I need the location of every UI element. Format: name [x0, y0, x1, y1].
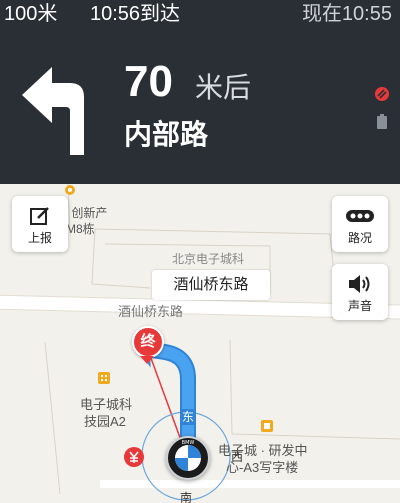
next-road-name: 内部路: [124, 119, 209, 150]
current-time: 现在10:55: [301, 3, 392, 25]
turn-distance-unit: 米后: [195, 72, 252, 103]
compass-south-label: 南: [180, 491, 193, 503]
building-icon: [98, 372, 110, 384]
compass-west-label: 西: [231, 450, 244, 464]
poi-creative-label: · 创新产: [64, 206, 108, 220]
traffic-icon: [346, 210, 374, 222]
battery-icon: [377, 114, 387, 129]
street-faded-label: 酒仙桥东路: [118, 304, 184, 319]
car-position-marker: BMW: [166, 436, 210, 480]
speaker-icon: [349, 275, 370, 293]
arrival-time: 10:56到达: [90, 3, 181, 25]
turn-left-arrow-icon: [22, 67, 84, 155]
destination-marker[interactable]: 终: [132, 326, 164, 358]
street-name-label: 酒仙桥东路: [152, 270, 270, 300]
guidance-panel: 70 米后 内部路: [0, 30, 400, 184]
edit-icon: [30, 207, 49, 225]
payment-poi-icon: [124, 447, 144, 467]
sound-button[interactable]: 声音: [332, 264, 388, 320]
poi-m8-label: M8栋: [66, 222, 95, 236]
map-view[interactable]: · 创新产 M8栋 北京电子城科 酒仙桥东路 酒仙桥东路 电子城科 技园A2 电…: [0, 184, 400, 503]
poi-park-line2: 技园A2: [84, 414, 126, 429]
bmw-logo-icon: BMW: [175, 440, 201, 471]
office-building-icon: [261, 420, 273, 432]
destination-pin-tail-icon: [140, 356, 154, 364]
poi-marker-icon: [65, 185, 75, 195]
report-label: 上报: [27, 231, 52, 245]
traffic-button[interactable]: 路况: [332, 196, 388, 252]
report-button[interactable]: 上报: [12, 196, 68, 252]
status-bar: 100米 10:56到达 现在10:55: [0, 0, 400, 30]
sound-label: 声音: [347, 299, 372, 313]
bmw-logo-text: BMW: [182, 440, 195, 446]
poi-beijing-city-label: 北京电子城科: [172, 252, 245, 266]
gps-signal-icon: [375, 87, 389, 101]
turn-distance-value: 70: [124, 57, 173, 106]
traffic-label: 路况: [347, 231, 372, 245]
remaining-distance: 100米: [4, 3, 58, 25]
compass-east-label: 东: [180, 409, 196, 425]
